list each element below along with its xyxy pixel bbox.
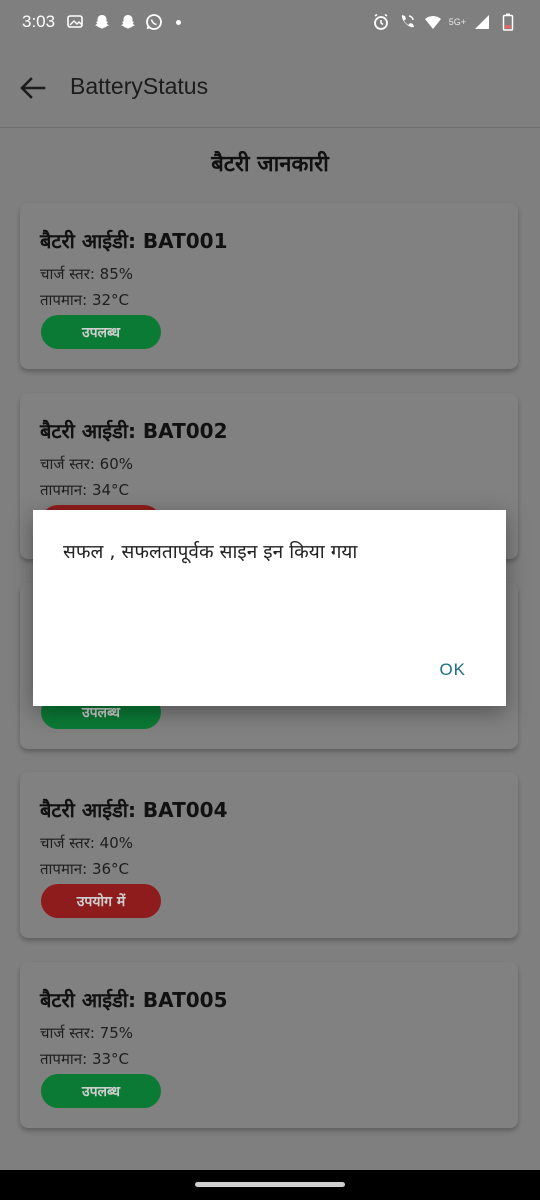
wifi-call-icon: [397, 12, 417, 32]
status-badge: उपलब्ध: [41, 315, 161, 349]
charge-level: चार्ज स्तर: 60%: [40, 455, 133, 473]
system-icons: 5G+: [371, 12, 518, 32]
status-badge: उपयोग में: [41, 884, 161, 918]
battery-card[interactable]: बैटरी आईडी: BAT001 चार्ज स्तर: 85% तापमा…: [20, 203, 518, 369]
battery-id: बैटरी आईडी: BAT001: [40, 229, 228, 253]
page-heading: बैटरी जानकारी: [211, 152, 329, 177]
charge-level: चार्ज स्तर: 40%: [40, 834, 133, 852]
success-dialog: सफल , सफलतापूर्वक साइन इन किया गया OK: [33, 510, 506, 706]
ok-button[interactable]: OK: [439, 660, 466, 680]
navigation-bar: [0, 1170, 540, 1200]
battery-card[interactable]: बैटरी आईडी: BAT004 चार्ज स्तर: 40% तापमा…: [20, 772, 518, 938]
whatsapp-icon: [144, 12, 164, 32]
network-type: 5G+: [448, 17, 466, 27]
app-title: BatteryStatus: [70, 73, 209, 99]
status-time: 3:03: [22, 12, 56, 31]
battery-id: बैटरी आईडी: BAT004: [40, 798, 228, 822]
arrow-left-icon: [20, 77, 46, 99]
temperature: तापमान: 33°C: [40, 1050, 130, 1068]
wifi-icon: [423, 12, 443, 32]
back-button[interactable]: [18, 74, 48, 102]
alarm-icon: [371, 12, 391, 32]
status-badge: उपलब्ध: [41, 1074, 161, 1108]
temperature: तापमान: 36°C: [40, 860, 130, 878]
notification-icons: [66, 12, 181, 32]
temperature: तापमान: 34°C: [40, 481, 130, 499]
battery-icon: [498, 12, 518, 32]
charge-level: चार्ज स्तर: 85%: [40, 265, 133, 283]
charge-level: चार्ज स्तर: 75%: [40, 1024, 133, 1042]
gallery-icon: [66, 12, 86, 32]
battery-id: बैटरी आईडी: BAT002: [40, 419, 228, 443]
battery-id: बैटरी आईडी: BAT005: [40, 988, 228, 1012]
app-bar: BatteryStatus: [0, 46, 540, 128]
dialog-message: सफल , सफलतापूर्वक साइन इन किया गया: [63, 541, 358, 563]
temperature: तापमान: 32°C: [40, 291, 130, 309]
snapchat-icon: [92, 12, 112, 32]
battery-card[interactable]: बैटरी आईडी: BAT005 चार्ज स्तर: 75% तापमा…: [20, 962, 518, 1128]
home-gesture-handle[interactable]: [195, 1182, 345, 1187]
snapchat-icon: [118, 12, 138, 32]
signal-icon: [472, 12, 492, 32]
status-bar: 3:03 5G+: [0, 0, 540, 46]
more-notifications-dot: [176, 19, 181, 25]
